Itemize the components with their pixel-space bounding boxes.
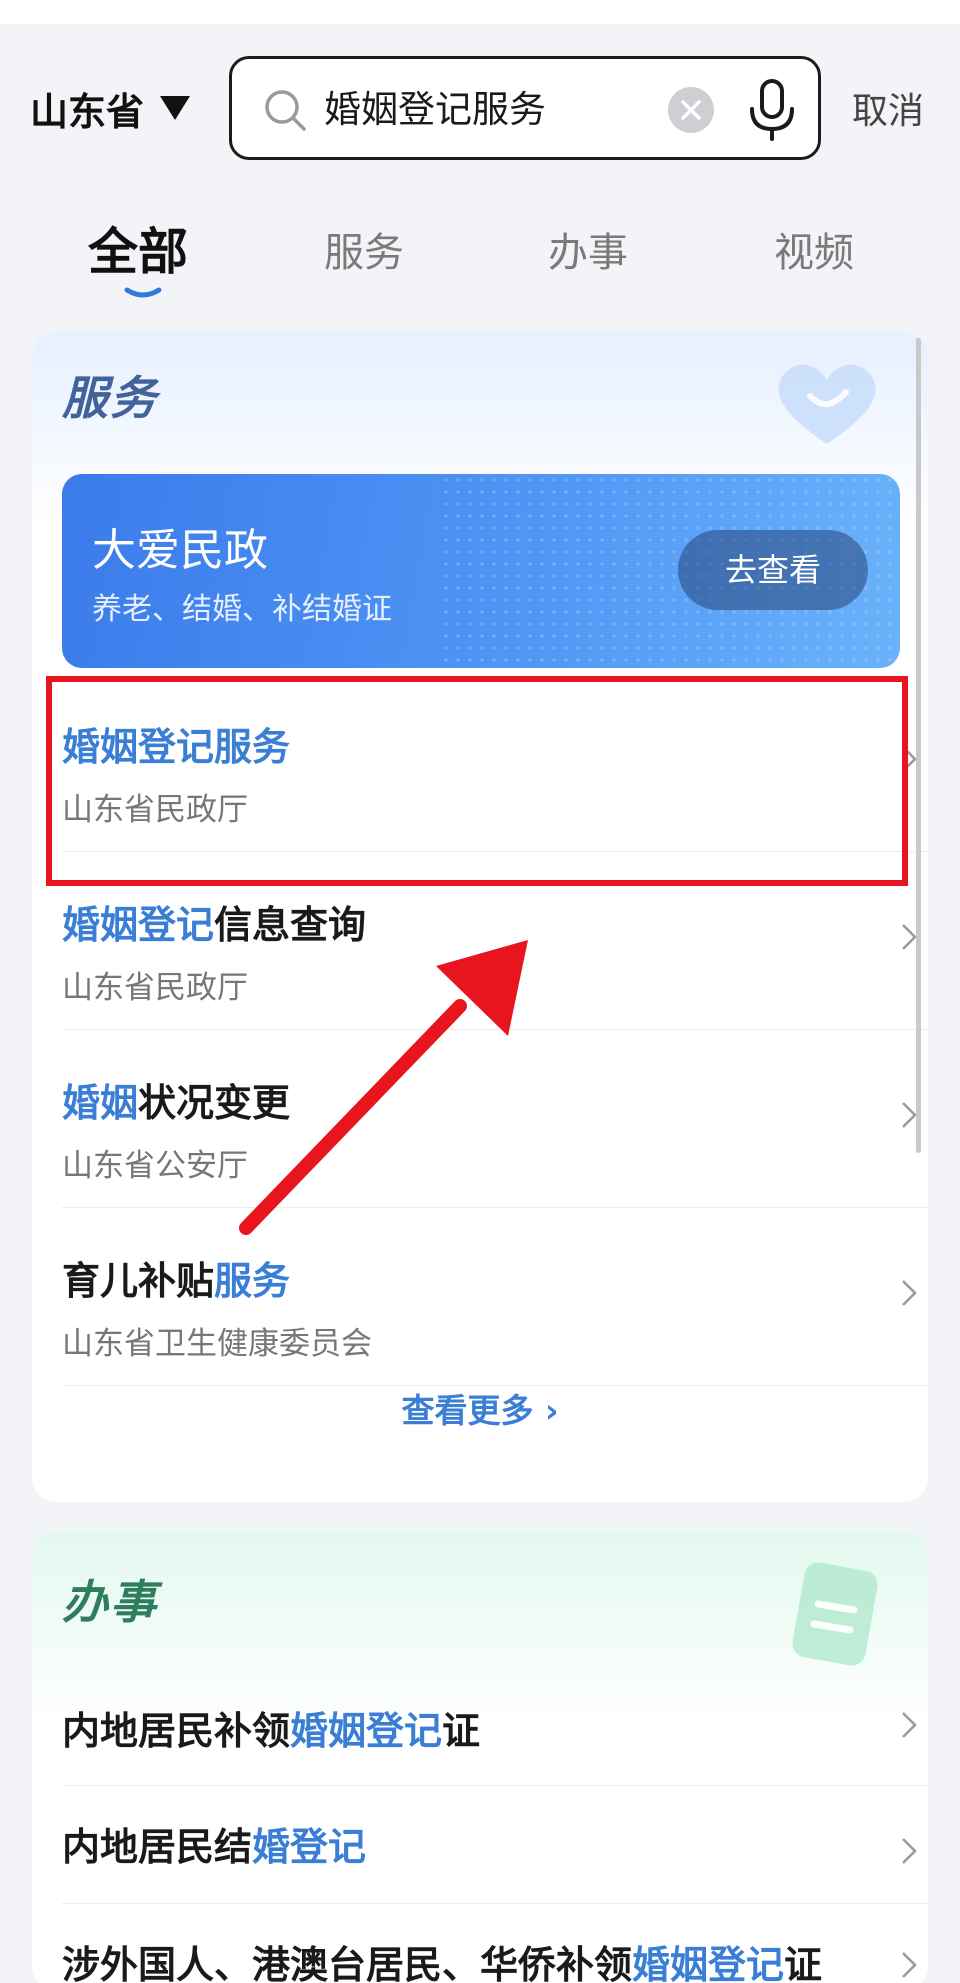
service-item-title: 婚姻状况变更 [62, 1081, 291, 1125]
chevron-right-icon [902, 1838, 917, 1864]
document-icon [792, 1562, 878, 1666]
service-item[interactable]: 育儿补贴服务 山东省卫生健康委员会 [62, 1208, 928, 1386]
affairs-item-title: 内地居民结婚登记 [62, 1825, 367, 1869]
service-item-org: 山东省卫生健康委员会 [62, 1326, 372, 1362]
view-button[interactable]: 去查看 [678, 530, 868, 610]
scrollbar[interactable] [916, 338, 921, 1153]
banner-title: 大爱民政 [92, 525, 268, 576]
service-item-title: 育儿补贴服务 [62, 1259, 291, 1303]
search-icon [265, 90, 306, 131]
banner-subtitle: 养老、结婚、补结婚证 [92, 592, 392, 627]
search-header: 山东省 取消 [0, 52, 960, 164]
section-title: 办事 [62, 1575, 158, 1629]
region-selector[interactable]: 山东省 [30, 80, 191, 136]
affairs-item-title: 内地居民补领婚姻登记证 [62, 1709, 481, 1753]
chevron-right-icon [902, 1712, 917, 1738]
highlight-box [46, 676, 908, 886]
section-title: 服务 [62, 371, 158, 425]
heart-icon [778, 364, 876, 444]
affairs-item-title: 涉外国人、港澳台居民、华侨补领婚姻登记证 [62, 1943, 823, 1983]
search-input[interactable] [324, 81, 654, 139]
promo-banner[interactable]: 大爱民政 养老、结婚、补结婚证 去查看 [62, 474, 900, 668]
search-box[interactable] [229, 56, 821, 160]
service-item-title: 婚姻登记信息查询 [62, 903, 367, 947]
active-tab-indicator [124, 287, 162, 298]
cancel-button[interactable]: 取消 [852, 82, 924, 134]
clear-icon[interactable] [668, 87, 714, 133]
caret-down-icon [160, 96, 191, 120]
view-more-link[interactable]: 查看更多 › [32, 1384, 928, 1432]
chevron-right-icon: › [533, 1391, 559, 1430]
tab-all[interactable]: 全部 [88, 212, 188, 284]
region-label: 山东省 [30, 89, 145, 134]
tab-affairs[interactable]: 办事 [548, 220, 628, 278]
tab-bar: 全部 服务 办事 视频 [0, 210, 960, 310]
microphone-icon[interactable] [742, 77, 802, 143]
status-strip [0, 0, 960, 24]
affairs-section: 办事 内地居民补领婚姻登记证 内地居民结婚登记 涉外国人、港澳台居民、华侨补领婚… [32, 1530, 928, 1983]
chevron-right-icon [902, 1952, 917, 1978]
service-item[interactable]: 婚姻状况变更 山东省公安厅 [62, 1030, 928, 1208]
service-item-org: 山东省民政厅 [62, 970, 248, 1006]
tab-services[interactable]: 服务 [324, 220, 404, 278]
affairs-item[interactable]: 内地居民补领婚姻登记证 [62, 1658, 928, 1786]
affairs-item[interactable]: 涉外国人、港澳台居民、华侨补领婚姻登记证 [62, 1904, 928, 1983]
affairs-item[interactable]: 内地居民结婚登记 [62, 1786, 928, 1904]
service-item-org: 山东省公安厅 [62, 1148, 248, 1184]
services-section: 服务 大爱民政 养老、结婚、补结婚证 去查看 婚姻登记服务 山东省民政厅 婚姻登… [32, 332, 928, 1502]
tab-videos[interactable]: 视频 [774, 220, 854, 278]
chevron-right-icon [902, 1280, 917, 1306]
